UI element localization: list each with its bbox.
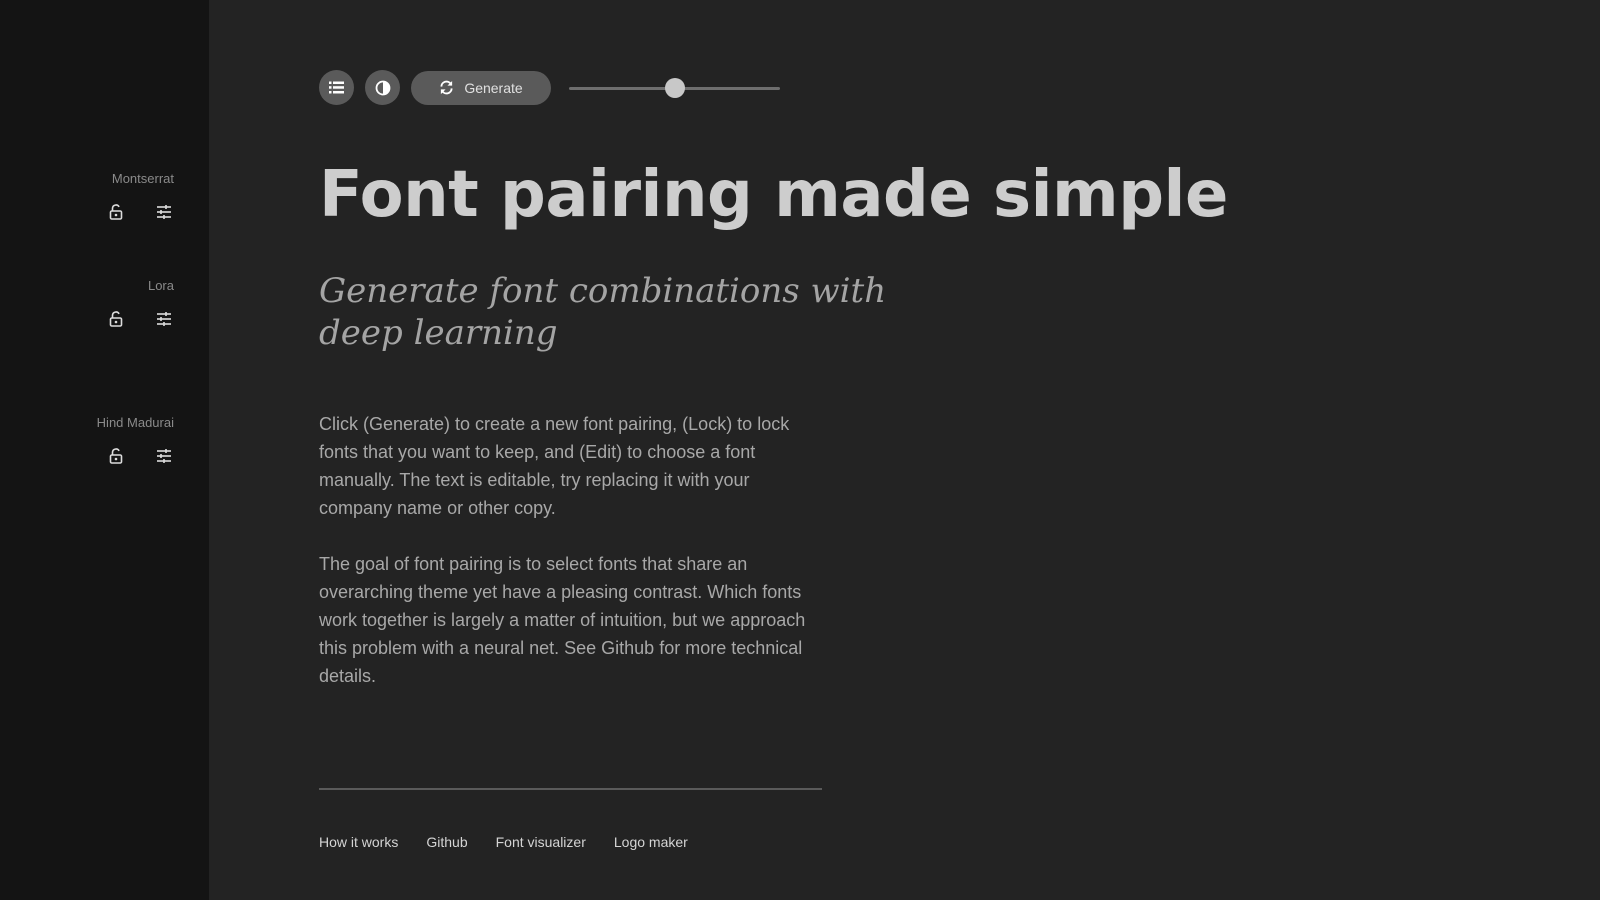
list-view-button[interactable]: [319, 70, 354, 105]
divider: [319, 788, 822, 790]
font-name-label: Lora: [147, 278, 174, 293]
footer-nav: How it works Github Font visualizer Logo…: [319, 834, 688, 850]
generate-label: Generate: [464, 79, 523, 96]
tune-sliders-icon[interactable]: [154, 446, 174, 466]
tune-sliders-icon[interactable]: [154, 202, 174, 222]
font-actions: [106, 202, 174, 222]
font-group-heading: Montserrat: [106, 171, 174, 222]
main-content: Generate Font pairing made simple Genera…: [209, 0, 1600, 900]
font-size-slider[interactable]: [569, 77, 780, 98]
theme-toggle-button[interactable]: [365, 70, 400, 105]
toolbar: Generate: [319, 70, 780, 105]
github-link[interactable]: Github: [426, 834, 467, 850]
tune-sliders-icon[interactable]: [154, 309, 174, 329]
font-group-body: Hind Madurai: [97, 415, 174, 466]
font-visualizer-link[interactable]: Font visualizer: [496, 834, 586, 850]
refresh-icon: [439, 80, 454, 95]
font-actions: [106, 309, 174, 329]
intro-paragraph[interactable]: Click (Generate) to create a new font pa…: [319, 410, 824, 522]
slider-thumb[interactable]: [664, 77, 685, 98]
unlock-icon[interactable]: [106, 202, 126, 222]
list-icon: [329, 81, 344, 94]
unlock-icon[interactable]: [106, 309, 126, 329]
logo-maker-link[interactable]: Logo maker: [614, 834, 688, 850]
explanation-paragraph[interactable]: The goal of font pairing is to select fo…: [319, 550, 824, 690]
page-headline[interactable]: Font pairing made simple: [319, 158, 1228, 232]
unlock-icon[interactable]: [106, 446, 126, 466]
how-it-works-link[interactable]: How it works: [319, 834, 398, 850]
font-sidebar: Montserrat Lora Hind Madurai: [0, 0, 209, 900]
font-name-label: Montserrat: [111, 171, 174, 186]
font-name-label: Hind Madurai: [96, 415, 174, 430]
contrast-icon: [375, 80, 391, 96]
page-subheadline[interactable]: Generate font combinations with deep lea…: [319, 270, 959, 354]
generate-button[interactable]: Generate: [411, 70, 551, 105]
font-group-subheading: Lora: [106, 278, 174, 329]
font-actions: [97, 446, 174, 466]
